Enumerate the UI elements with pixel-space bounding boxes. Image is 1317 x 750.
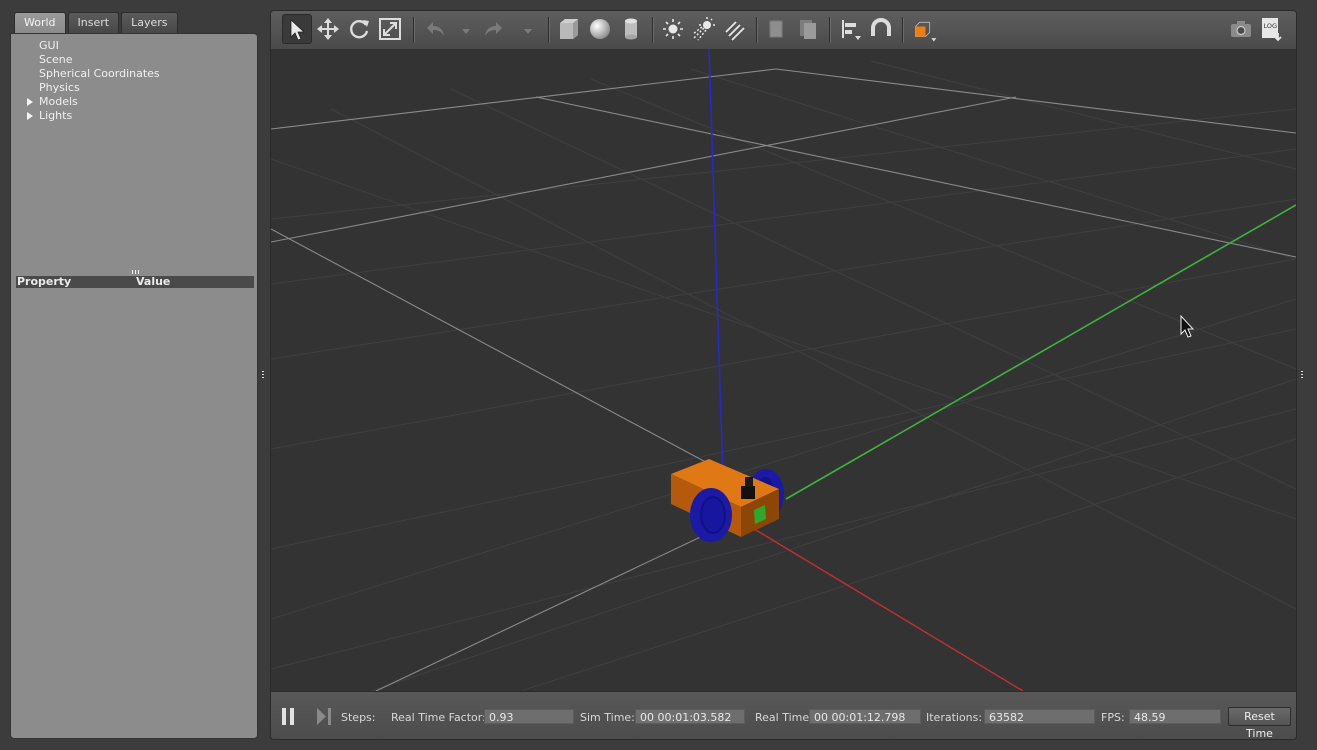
undo-icon[interactable] — [419, 14, 449, 44]
tree-item-label: Physics — [39, 81, 80, 94]
directional-light-icon[interactable] — [720, 14, 750, 44]
tab-world[interactable]: World — [14, 12, 66, 34]
left-panel-resize-handle[interactable] — [262, 371, 264, 380]
paste-icon[interactable] — [793, 14, 823, 44]
view-angle-icon[interactable] — [908, 14, 944, 44]
sphere-icon[interactable] — [585, 14, 615, 44]
real-time-factor-field: 0.93 — [484, 709, 574, 724]
iterations-field: 63582 — [984, 709, 1095, 724]
tree-item-label: Models — [39, 95, 78, 108]
tree-item-physics[interactable]: Physics — [11, 81, 257, 95]
spot-light-icon[interactable] — [689, 14, 719, 44]
sim-time-label: Sim Time: — [580, 711, 635, 724]
fps-label: FPS: — [1101, 711, 1125, 724]
fps-field: 48.59 — [1129, 709, 1221, 724]
toolbar: LOG — [271, 11, 1296, 50]
snap-magnet-icon[interactable] — [866, 14, 896, 44]
expand-arrow-icon[interactable] — [27, 112, 33, 120]
value-column-header: Value — [136, 275, 171, 288]
expand-arrow-icon[interactable] — [27, 98, 33, 106]
steps-label: Steps: — [341, 711, 376, 724]
align-icon[interactable] — [835, 14, 865, 44]
redo-icon[interactable] — [480, 14, 510, 44]
scene-viewport[interactable] — [271, 49, 1296, 691]
tree-item-label: Lights — [39, 109, 73, 122]
tree-item-label: Spherical Coordinates — [39, 67, 160, 80]
undo-dropdown-icon[interactable] — [451, 14, 470, 44]
property-table-header: Property Value — [16, 276, 254, 288]
tab-layers[interactable]: Layers — [121, 12, 178, 33]
tree-item-spherical-coordinates[interactable]: Spherical Coordinates — [11, 67, 257, 81]
tree-item-label: Scene — [39, 53, 73, 66]
property-column-header: Property — [17, 275, 72, 288]
tree-item-scene[interactable]: Scene — [11, 53, 257, 67]
step-icon[interactable] — [317, 708, 331, 725]
screenshot-icon[interactable] — [1226, 14, 1256, 44]
cylinder-icon[interactable] — [616, 14, 646, 44]
box-icon[interactable] — [554, 14, 584, 44]
tree-item-label: GUI — [39, 39, 59, 52]
log-icon-text: LOG — [1264, 22, 1278, 30]
real-time-factor-label: Real Time Factor: — [391, 711, 486, 724]
sim-time-field: 00 00:01:03.582 — [635, 709, 745, 724]
tree-item-models[interactable]: Models — [11, 95, 257, 109]
world-tree: GUI Scene Spherical Coordinates Physics … — [11, 39, 257, 123]
select-icon[interactable] — [282, 14, 312, 44]
iterations-label: Iterations: — [926, 711, 983, 724]
scene-canvas — [271, 49, 1296, 691]
time-panel: Steps: Real Time Factor: 0.93 Sim Time: … — [271, 691, 1296, 739]
world-panel: GUI Scene Spherical Coordinates Physics … — [10, 33, 258, 739]
redo-dropdown-icon[interactable] — [513, 14, 532, 44]
tree-item-lights[interactable]: Lights — [11, 109, 257, 123]
pause-icon[interactable] — [281, 708, 295, 725]
scale-icon[interactable] — [375, 14, 405, 44]
real-time-label: Real Time: — [755, 711, 813, 724]
tree-item-gui[interactable]: GUI — [11, 39, 257, 53]
reset-time-button[interactable]: Reset Time — [1228, 707, 1291, 739]
rotate-icon[interactable] — [344, 14, 374, 44]
log-icon[interactable]: LOG — [1256, 14, 1286, 44]
left-panel-tabs: World Insert Layers — [14, 12, 178, 34]
copy-icon[interactable] — [762, 14, 792, 44]
render-panel: LOG Steps: Real Time Factor: 0.93 Sim Ti… — [270, 10, 1297, 740]
real-time-field: 00 00:01:12.798 — [809, 709, 921, 724]
tab-insert[interactable]: Insert — [67, 12, 120, 33]
right-panel-resize-handle[interactable] — [1301, 371, 1303, 380]
point-light-icon[interactable] — [658, 14, 688, 44]
splitter-handle[interactable] — [132, 270, 140, 274]
translate-icon[interactable] — [313, 14, 343, 44]
